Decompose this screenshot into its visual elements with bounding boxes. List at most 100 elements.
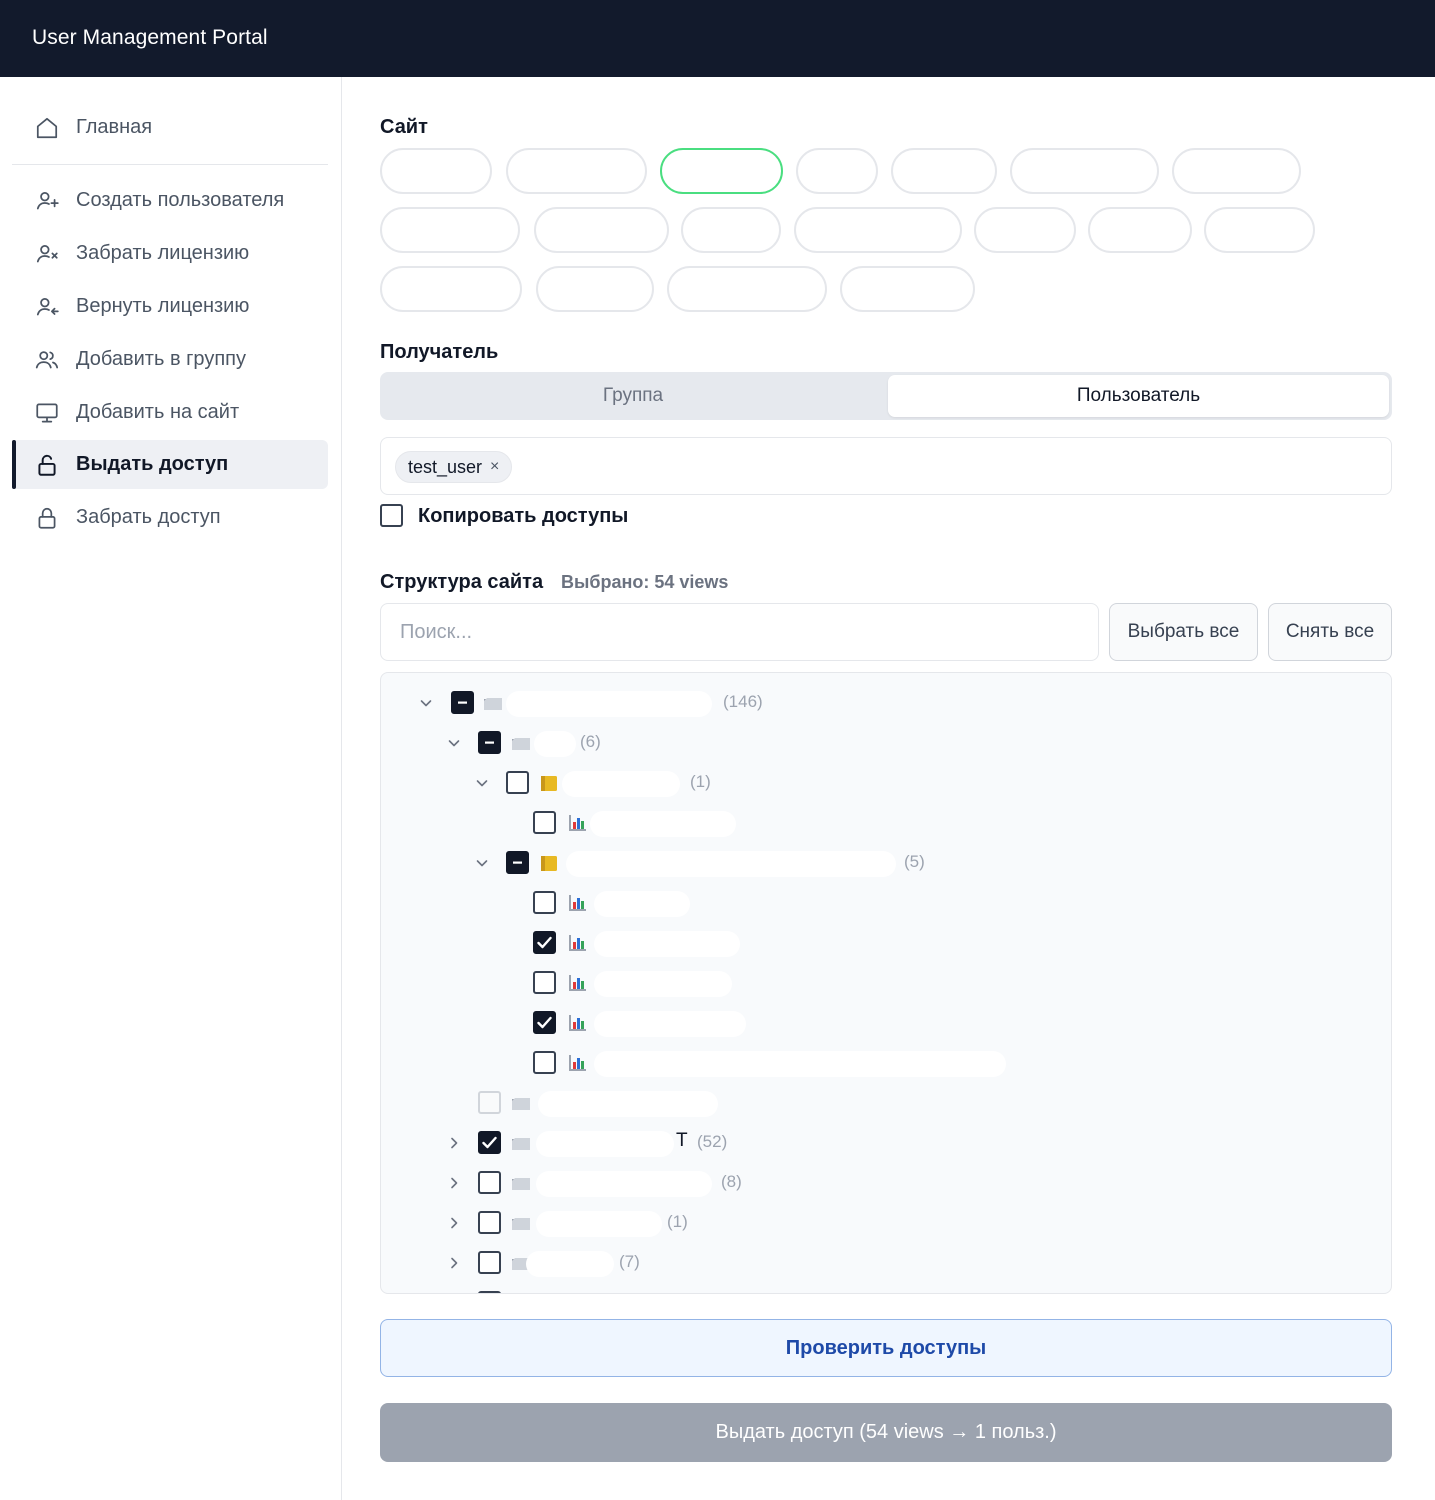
- select-all-button[interactable]: Выбрать все: [1109, 603, 1258, 661]
- tree-row[interactable]: [381, 1003, 1391, 1043]
- tree-row[interactable]: (7): [381, 1243, 1391, 1283]
- tab-user[interactable]: Пользователь: [888, 375, 1389, 417]
- folder-icon: [484, 698, 502, 710]
- redacted-name: [594, 891, 690, 917]
- site-option[interactable]: [891, 148, 997, 194]
- site-option[interactable]: [840, 266, 975, 312]
- tree-row[interactable]: [381, 1083, 1391, 1123]
- tree-checkbox[interactable]: [478, 1291, 501, 1293]
- tree-row[interactable]: (5): [381, 843, 1391, 883]
- item-count: (7): [619, 1252, 640, 1271]
- chevron-right-icon[interactable]: [446, 1215, 462, 1231]
- site-option[interactable]: [536, 266, 654, 312]
- tree-checkbox[interactable]: [478, 1251, 501, 1274]
- site-option[interactable]: [667, 266, 827, 312]
- sidebar-item-label: Главная: [76, 116, 153, 138]
- grant-access-button[interactable]: Выдать доступ (54 views → 1 польз.): [380, 1403, 1392, 1462]
- tree-row[interactable]: [381, 883, 1391, 923]
- structure-search-input[interactable]: [380, 603, 1099, 661]
- tree-checkbox[interactable]: [533, 931, 556, 954]
- sidebar-item-return-license[interactable]: Вернуть лицензию: [12, 282, 328, 331]
- tree-row[interactable]: (8): [381, 1163, 1391, 1203]
- tree-row[interactable]: [381, 923, 1391, 963]
- site-option[interactable]: [1172, 148, 1301, 194]
- tree-row[interactable]: (146): [381, 683, 1391, 723]
- tree-checkbox[interactable]: [478, 731, 501, 754]
- tree-checkbox[interactable]: [533, 1011, 556, 1034]
- name-fragment: T: [676, 1130, 688, 1151]
- site-option[interactable]: [534, 207, 669, 253]
- tree-checkbox[interactable]: [533, 1051, 556, 1074]
- site-option[interactable]: [796, 148, 878, 194]
- chevron-right-icon[interactable]: [446, 1135, 462, 1151]
- site-option[interactable]: [380, 148, 492, 194]
- tree-row[interactable]: T (52): [381, 1123, 1391, 1163]
- sidebar-item-revoke-license[interactable]: Забрать лицензию: [12, 229, 328, 278]
- sidebar-item-create-user[interactable]: Создать пользователя: [12, 176, 328, 225]
- site-option[interactable]: [681, 207, 781, 253]
- monitor-icon: [36, 403, 58, 423]
- chip-remove-icon[interactable]: ×: [490, 458, 499, 476]
- copy-access-label: Копировать доступы: [418, 505, 629, 527]
- site-option[interactable]: [1010, 148, 1159, 194]
- sidebar-item-add-to-site[interactable]: Добавить на сайт: [12, 388, 328, 437]
- app-title: User Management Portal: [32, 26, 268, 49]
- user-return-icon: [36, 298, 59, 316]
- item-count: (5): [904, 852, 925, 871]
- tree-row[interactable]: [381, 803, 1391, 843]
- sidebar-item-add-to-group[interactable]: Добавить в группу: [12, 335, 328, 384]
- site-option[interactable]: [974, 207, 1076, 253]
- site-option[interactable]: [380, 207, 520, 253]
- site-option[interactable]: [506, 148, 647, 194]
- sidebar-item-label: Добавить на сайт: [76, 401, 240, 423]
- site-option-selected[interactable]: [660, 148, 783, 194]
- sidebar-item-label: Добавить в группу: [76, 348, 246, 370]
- tree-checkbox[interactable]: [478, 1211, 501, 1234]
- site-option[interactable]: [380, 266, 522, 312]
- tree-row[interactable]: (1): [381, 763, 1391, 803]
- selected-count: Выбрано: 54 views: [561, 572, 729, 592]
- tree-row[interactable]: [381, 1283, 1391, 1293]
- chart-icon: [569, 975, 586, 991]
- item-count: (1): [690, 772, 711, 791]
- sidebar-item-label: Забрать доступ: [76, 506, 221, 528]
- sidebar-item-label: Выдать доступ: [76, 453, 229, 475]
- sidebar-item-home[interactable]: Главная: [12, 103, 328, 152]
- structure-title: Структура сайта: [380, 571, 544, 593]
- tree-row[interactable]: (6): [381, 723, 1391, 763]
- redacted-name: [536, 1131, 674, 1157]
- chevron-down-icon[interactable]: [446, 735, 462, 751]
- folder-icon: [512, 1138, 530, 1150]
- item-count: (52): [697, 1132, 728, 1151]
- tree-checkbox[interactable]: [506, 851, 529, 874]
- chevron-down-icon[interactable]: [474, 775, 490, 791]
- recipient-input[interactable]: test_user ×: [380, 437, 1392, 495]
- user-x-icon: [36, 245, 58, 263]
- tree-checkbox[interactable]: [478, 1091, 501, 1114]
- tree-checkbox[interactable]: [533, 971, 556, 994]
- chevron-right-icon[interactable]: [446, 1255, 462, 1271]
- tree-checkbox[interactable]: [506, 771, 529, 794]
- site-option[interactable]: [794, 207, 962, 253]
- chevron-down-icon[interactable]: [474, 855, 490, 871]
- tree-checkbox[interactable]: [533, 891, 556, 914]
- clear-all-button[interactable]: Снять все: [1268, 603, 1392, 661]
- tree-row[interactable]: [381, 1043, 1391, 1083]
- chip-label: test_user: [408, 456, 483, 477]
- folder-icon: [512, 1218, 530, 1230]
- tree-checkbox[interactable]: [478, 1131, 501, 1154]
- tree-checkbox[interactable]: [478, 1171, 501, 1194]
- tree-checkbox[interactable]: [533, 811, 556, 834]
- site-option[interactable]: [1204, 207, 1315, 253]
- tab-group[interactable]: Группа: [383, 375, 883, 417]
- sidebar-item-grant-access[interactable]: Выдать доступ: [12, 440, 328, 489]
- chevron-down-icon[interactable]: [418, 695, 434, 711]
- sidebar-item-revoke-access[interactable]: Забрать доступ: [12, 493, 328, 542]
- tree-row[interactable]: [381, 963, 1391, 1003]
- tree-row[interactable]: (1): [381, 1203, 1391, 1243]
- chevron-right-icon[interactable]: [446, 1175, 462, 1191]
- check-access-button[interactable]: Проверить доступы: [380, 1319, 1392, 1377]
- site-option[interactable]: [1088, 207, 1192, 253]
- copy-access-checkbox[interactable]: [380, 504, 403, 527]
- tree-checkbox[interactable]: [451, 691, 474, 714]
